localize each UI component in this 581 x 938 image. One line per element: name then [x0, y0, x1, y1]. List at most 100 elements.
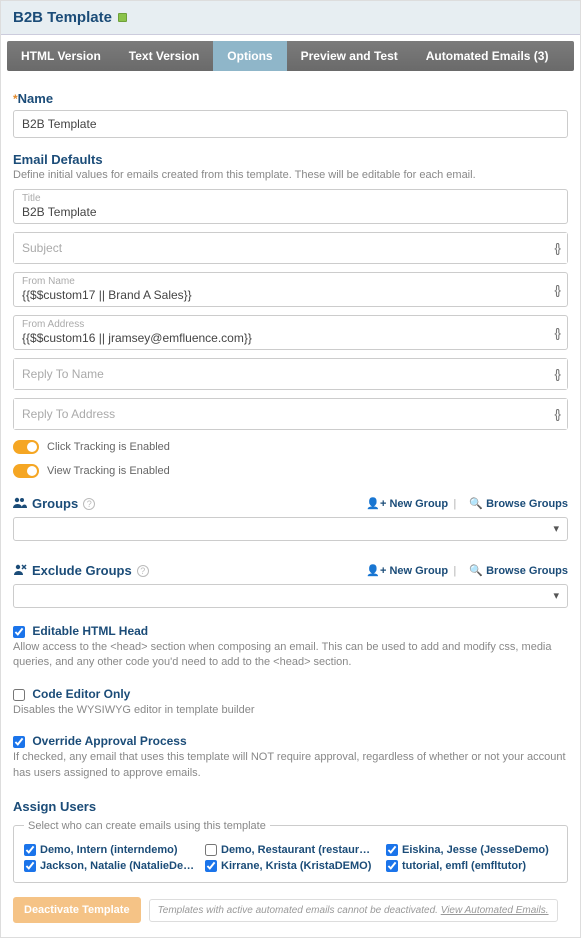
assign-user-checkbox[interactable] [24, 844, 36, 856]
assign-user-item[interactable]: Kirrane, Krista (KristaDEMO) [205, 860, 376, 872]
code-editor-desc: Disables the WYSIWYG editor in template … [13, 703, 568, 718]
groups-row: Groups ? 👤+ New Group | 🔍 Browse Groups [13, 496, 568, 511]
from-address-input[interactable] [22, 330, 537, 346]
view-tracking-label: View Tracking is Enabled [47, 465, 170, 477]
override-approval-row: Override Approval Process If checked, an… [13, 734, 568, 781]
reply-address-input[interactable] [14, 399, 567, 429]
help-icon[interactable]: ? [83, 498, 95, 510]
title-input[interactable] [22, 204, 537, 220]
assign-user-item[interactable]: tutorial, emfl (emfltutor) [386, 860, 557, 872]
tab-bar: HTML Version Text Version Options Previe… [7, 41, 574, 71]
exclude-group-icon [13, 563, 27, 578]
code-editor-option[interactable]: Code Editor Only [13, 687, 130, 701]
search-icon: 🔍 [469, 498, 483, 510]
from-name-label: From Name [22, 276, 537, 287]
content-area: *Name Email Defaults Define initial valu… [1, 77, 580, 937]
click-tracking-label: Click Tracking is Enabled [47, 441, 170, 453]
assign-user-item[interactable]: Jackson, Natalie (NatalieDemo) [24, 860, 195, 872]
add-user-icon: 👤+ [366, 498, 386, 510]
status-active-icon [118, 13, 127, 22]
browse-groups-link[interactable]: 🔍 Browse Groups [469, 498, 568, 510]
editable-head-label: Editable HTML Head [32, 624, 148, 638]
browse-groups-link-2[interactable]: 🔍 Browse Groups [469, 565, 568, 577]
from-name-field: From Name {} [13, 272, 568, 307]
from-address-field: From Address {} [13, 315, 568, 350]
from-address-label: From Address [22, 319, 537, 330]
override-approval-desc: If checked, any email that uses this tem… [13, 750, 568, 781]
groups-label-text: Groups [32, 496, 78, 511]
email-defaults-desc: Define initial values for emails created… [13, 169, 568, 181]
merge-tag-icon[interactable]: {} [554, 367, 559, 382]
new-group-link-2[interactable]: 👤+ New Group [366, 565, 448, 577]
groups-select[interactable] [13, 517, 568, 541]
search-icon: 🔍 [469, 565, 483, 577]
email-defaults-heading: Email Defaults [13, 152, 568, 167]
panel-header: B2B Template [1, 1, 580, 35]
deactivate-note-text: Templates with active automated emails c… [158, 905, 441, 916]
name-input[interactable] [13, 110, 568, 138]
editable-head-row: Editable HTML Head Allow access to the <… [13, 624, 568, 671]
assign-users-legend: Select who can create emails using this … [24, 820, 270, 832]
exclude-groups-links: 👤+ New Group | 🔍 Browse Groups [358, 564, 568, 577]
tab-options[interactable]: Options [213, 41, 286, 71]
deactivate-template-button: Deactivate Template [13, 897, 141, 923]
assign-users-grid: Demo, Intern (interndemo) Demo, Restauran… [24, 844, 557, 872]
title-field: Title [13, 189, 568, 224]
assign-user-checkbox[interactable] [386, 844, 398, 856]
override-approval-label: Override Approval Process [32, 734, 186, 748]
separator: | [453, 498, 456, 510]
title-label: Title [22, 193, 537, 204]
assign-user-checkbox[interactable] [24, 860, 36, 872]
code-editor-label: Code Editor Only [32, 687, 130, 701]
exclude-groups-row: Exclude Groups ? 👤+ New Group | 🔍 Browse… [13, 563, 568, 578]
groups-heading: Groups ? [13, 496, 95, 511]
editable-head-option[interactable]: Editable HTML Head [13, 624, 148, 638]
override-approval-checkbox[interactable] [13, 736, 25, 748]
subject-field: {} [13, 232, 568, 264]
assign-user-label: Demo, Restaurant (restaurantdemo) [221, 844, 376, 856]
merge-tag-icon[interactable]: {} [554, 325, 559, 340]
click-tracking-toggle[interactable] [13, 440, 39, 454]
assign-user-label: Demo, Intern (interndemo) [40, 844, 178, 856]
assign-user-item[interactable]: Demo, Intern (interndemo) [24, 844, 195, 856]
assign-user-checkbox[interactable] [205, 844, 217, 856]
merge-tag-icon[interactable]: {} [554, 241, 559, 256]
override-approval-option[interactable]: Override Approval Process [13, 734, 187, 748]
assign-user-checkbox[interactable] [205, 860, 217, 872]
reply-name-field: {} [13, 358, 568, 390]
assign-user-label: Eiskina, Jesse (JesseDemo) [402, 844, 549, 856]
assign-user-label: Jackson, Natalie (NatalieDemo) [40, 860, 195, 872]
from-name-input[interactable] [22, 287, 537, 303]
page-title: B2B Template [13, 9, 112, 26]
assign-user-checkbox[interactable] [386, 860, 398, 872]
view-tracking-toggle[interactable] [13, 464, 39, 478]
merge-tag-icon[interactable]: {} [554, 282, 559, 297]
new-group-link[interactable]: 👤+ New Group [366, 498, 448, 510]
assign-user-item[interactable]: Eiskina, Jesse (JesseDemo) [386, 844, 557, 856]
separator: | [453, 565, 456, 577]
footer-row: Deactivate Template Templates with activ… [13, 897, 568, 923]
exclude-groups-select[interactable] [13, 584, 568, 608]
editable-head-desc: Allow access to the <head> section when … [13, 640, 568, 671]
tab-automated-emails[interactable]: Automated Emails (3) [412, 41, 563, 71]
assign-user-item[interactable]: Demo, Restaurant (restaurantdemo) [205, 844, 376, 856]
editable-head-checkbox[interactable] [13, 626, 25, 638]
assign-users-heading: Assign Users [13, 799, 568, 814]
view-tracking-row: View Tracking is Enabled [13, 464, 568, 478]
reply-name-input[interactable] [14, 359, 567, 389]
code-editor-checkbox[interactable] [13, 689, 25, 701]
click-tracking-row: Click Tracking is Enabled [13, 440, 568, 454]
tab-text-version[interactable]: Text Version [115, 41, 213, 71]
exclude-groups-heading: Exclude Groups ? [13, 563, 149, 578]
help-icon[interactable]: ? [137, 565, 149, 577]
assign-user-label: Kirrane, Krista (KristaDEMO) [221, 860, 371, 872]
add-user-icon: 👤+ [366, 565, 386, 577]
merge-tag-icon[interactable]: {} [554, 407, 559, 422]
assign-user-label: tutorial, emfl (emfltutor) [402, 860, 526, 872]
tab-html-version[interactable]: HTML Version [7, 41, 115, 71]
tab-preview-test[interactable]: Preview and Test [287, 41, 412, 71]
code-editor-row: Code Editor Only Disables the WYSIWYG ed… [13, 687, 568, 718]
subject-input[interactable] [14, 233, 567, 263]
assign-users-fieldset: Select who can create emails using this … [13, 820, 568, 883]
view-automated-emails-link[interactable]: View Automated Emails. [441, 905, 549, 916]
